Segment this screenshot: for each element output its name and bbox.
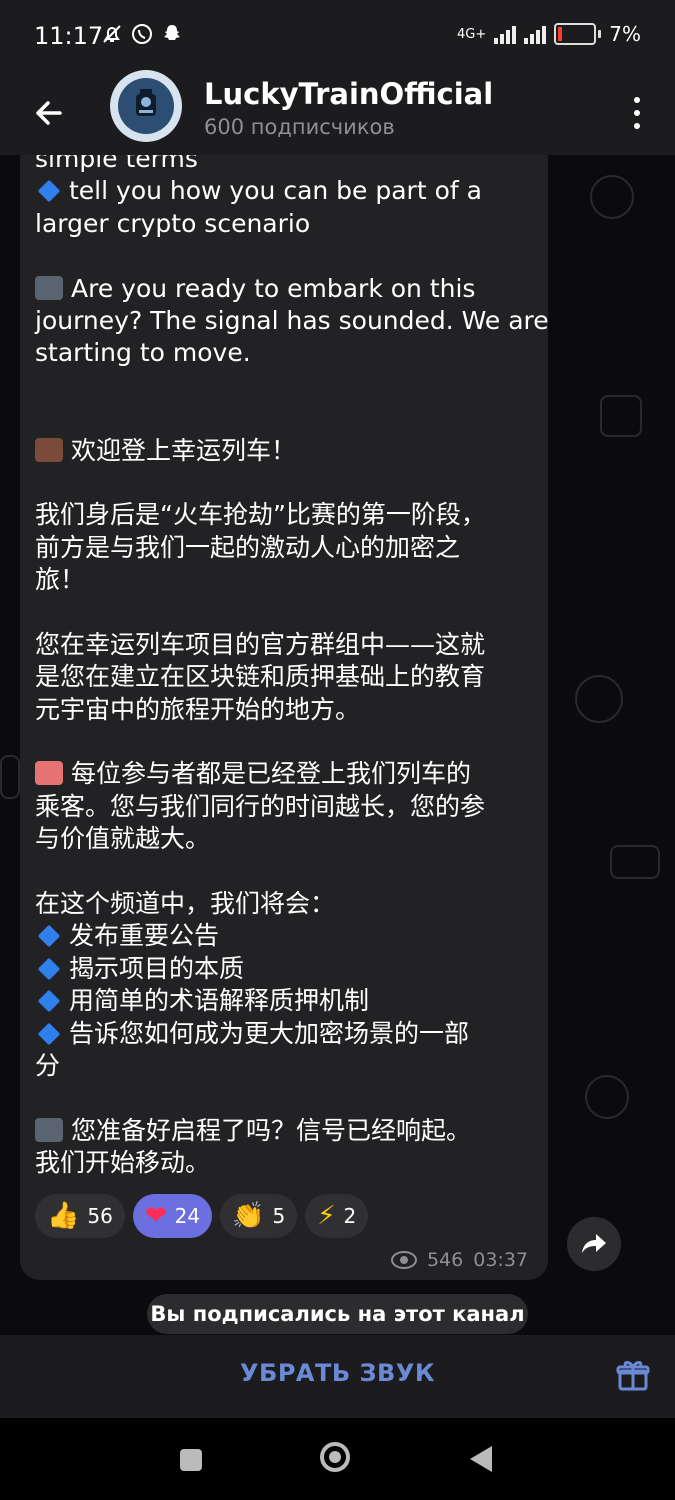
message-time: 03:37 bbox=[473, 1249, 528, 1271]
status-bar: 11:17 4G+ 7% bbox=[0, 0, 675, 75]
status-right: 4G+ 7% bbox=[457, 22, 641, 46]
lightning-icon: ⚡ bbox=[317, 1201, 336, 1231]
share-button[interactable] bbox=[567, 1217, 621, 1271]
message-line: 我们身后是“火车抢劫”比赛的第一阶段， bbox=[35, 500, 486, 530]
system-back-icon[interactable] bbox=[470, 1446, 492, 1472]
message-line: 是您在建立在区块链和质押基础上的教育 bbox=[35, 662, 486, 692]
snapchat-icon bbox=[164, 25, 180, 40]
battery-icon bbox=[554, 23, 597, 45]
status-notification-icons bbox=[100, 22, 184, 46]
whatsapp-icon bbox=[132, 24, 152, 44]
background-doodle bbox=[585, 1075, 629, 1119]
battery-label: 7% bbox=[609, 22, 641, 46]
subscriber-count: 600 подписчиков bbox=[204, 115, 395, 139]
train-emoji-icon bbox=[35, 275, 63, 300]
signal-icon-2 bbox=[524, 24, 547, 44]
message-line: 与价值就越大。 bbox=[35, 824, 211, 854]
message-line: starting to move. bbox=[35, 338, 251, 368]
message-line: 用简单的术语解释质押机制 bbox=[35, 985, 540, 1017]
message-line: 乘客。您与我们同行的时间越长，您的参 bbox=[35, 791, 486, 821]
message-line: 我们开始移动。 bbox=[35, 1148, 211, 1178]
heart-icon: ❤ bbox=[144, 1201, 167, 1231]
network-label: 4G+ bbox=[457, 26, 487, 42]
message-text: simple terms tell you how you can be par… bbox=[35, 155, 549, 1180]
ticket-emoji-icon bbox=[35, 761, 63, 786]
reaction-count: 2 bbox=[343, 1204, 357, 1228]
chat-header: LuckyTrainOfficial 600 подписчиков bbox=[0, 70, 675, 155]
message-line: 前方是与我们一起的激动人心的加密之 bbox=[35, 532, 461, 562]
message-line: tell you how you can be part of a bbox=[35, 175, 540, 207]
steam-locomotive-emoji-icon bbox=[35, 437, 63, 462]
subscribed-toast: Вы подписались на этот канал bbox=[147, 1294, 528, 1334]
message-line: 欢迎登上幸运列车！ bbox=[35, 435, 540, 467]
battery-tip bbox=[598, 30, 602, 38]
message-line: 揭示项目的本质 bbox=[35, 953, 540, 985]
background-doodle bbox=[0, 755, 20, 799]
reaction-lightning[interactable]: ⚡ 2 bbox=[305, 1194, 369, 1238]
share-arrow-icon bbox=[582, 1234, 606, 1253]
view-count: 546 bbox=[426, 1249, 464, 1271]
mute-button[interactable]: УБРАТЬ ЗВУК bbox=[0, 1359, 675, 1387]
views-eye-icon bbox=[390, 1251, 417, 1269]
status-time: 11:17 bbox=[34, 22, 104, 50]
reaction-thumbs-up[interactable]: 👍 56 bbox=[35, 1194, 125, 1238]
message-line: 发布重要公告 bbox=[35, 920, 540, 952]
message-line: 您准备好启程了吗？信号已经响起。 bbox=[35, 1115, 540, 1147]
reactions-row: 👍 56 ❤ 24 👏 5 ⚡ 2 bbox=[35, 1194, 369, 1238]
bottom-bar: УБРАТЬ ЗВУК bbox=[0, 1335, 675, 1418]
message-line: 元宇宙中的旅程开始的地方。 bbox=[35, 694, 361, 724]
message-line: 告诉您如何成为更大加密场景的一部 bbox=[35, 1018, 540, 1050]
message-line: 每位参与者都是已经登上我们列车的 bbox=[35, 758, 540, 790]
signal-icon bbox=[494, 24, 517, 44]
channel-avatar[interactable] bbox=[110, 70, 182, 142]
blue-diamond-icon bbox=[37, 957, 61, 981]
background-doodle bbox=[600, 395, 642, 437]
message-line: 分 bbox=[35, 1050, 61, 1080]
system-nav-bar bbox=[0, 1418, 675, 1500]
message-meta: 546 03:37 bbox=[390, 1249, 528, 1271]
train-emoji-icon bbox=[35, 1117, 63, 1142]
clap-icon: 👏 bbox=[232, 1201, 265, 1231]
message-line: 在这个频道中，我们将会： bbox=[35, 888, 336, 918]
message-line: Are you ready to embark on this bbox=[35, 273, 540, 305]
gift-icon[interactable] bbox=[615, 1357, 651, 1393]
home-icon[interactable] bbox=[320, 1442, 350, 1472]
reaction-count: 5 bbox=[272, 1204, 286, 1228]
recent-apps-icon[interactable] bbox=[180, 1449, 202, 1471]
more-menu-icon[interactable] bbox=[629, 93, 645, 133]
message-line: simple terms bbox=[35, 155, 198, 173]
message-line: larger crypto scenario bbox=[35, 208, 311, 238]
reaction-heart[interactable]: ❤ 24 bbox=[132, 1194, 213, 1238]
reaction-count: 24 bbox=[174, 1204, 201, 1228]
blue-diamond-icon bbox=[37, 1022, 61, 1045]
blue-diamond-icon bbox=[37, 180, 61, 203]
message-line: journey? The signal has sounded. We are bbox=[35, 305, 549, 335]
back-arrow-icon[interactable] bbox=[30, 95, 66, 131]
reaction-count: 56 bbox=[87, 1204, 113, 1228]
chat-area[interactable]: simple terms tell you how you can be par… bbox=[0, 155, 675, 1335]
blue-diamond-icon bbox=[37, 989, 61, 1013]
background-doodle bbox=[575, 675, 623, 723]
message-line: 旅！ bbox=[35, 565, 86, 595]
channel-title[interactable]: LuckyTrainOfficial bbox=[204, 77, 493, 111]
message-bubble[interactable]: simple terms tell you how you can be par… bbox=[20, 155, 549, 1280]
bell-off-icon bbox=[103, 25, 121, 43]
background-doodle bbox=[590, 175, 634, 219]
reaction-clap[interactable]: 👏 5 bbox=[220, 1194, 298, 1238]
thumbs-up-icon: 👍 bbox=[47, 1201, 80, 1231]
blue-diamond-icon bbox=[37, 925, 61, 948]
train-logo-icon bbox=[136, 89, 156, 116]
message-line: 您在幸运列车项目的官方群组中——这就 bbox=[35, 629, 486, 659]
background-doodle bbox=[610, 845, 660, 879]
